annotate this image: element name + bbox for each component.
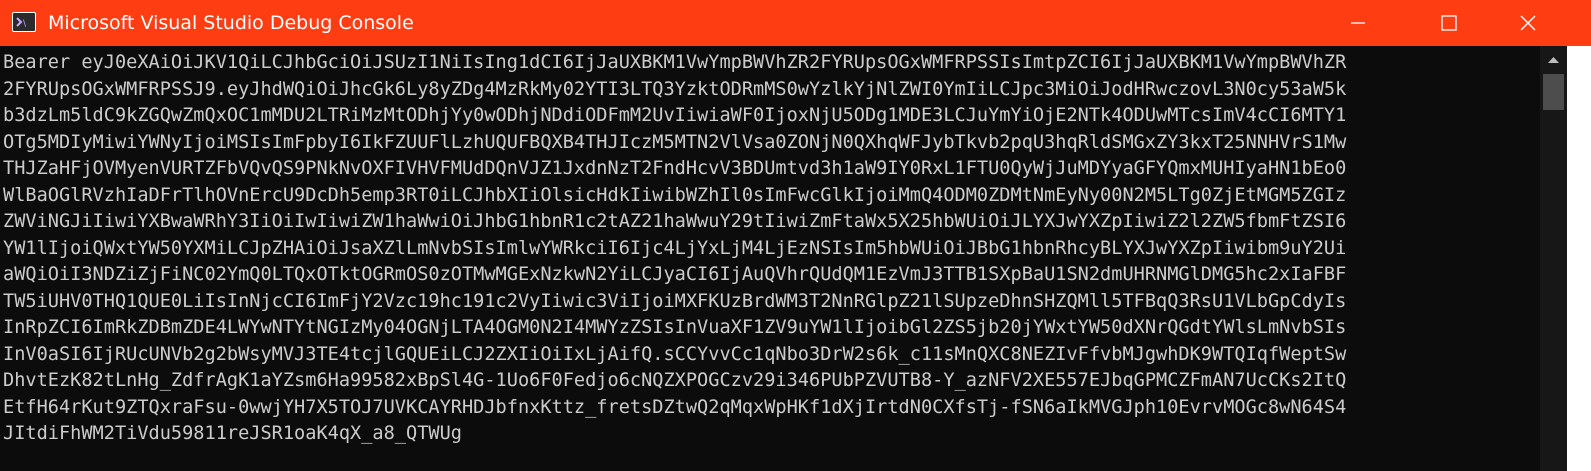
window-edge xyxy=(1567,46,1591,471)
console-line: WlBaOGlRVzhIaDFrTlhOVnErcU9DcDh5emp3RT0i… xyxy=(3,184,1347,206)
maximize-button[interactable] xyxy=(1426,0,1472,46)
console-app-icon: \ xyxy=(12,12,36,32)
console-line: 2FYRUpsOGxWMFRPSSJ9.eyJhdWQiOiJhcGk6Ly8y… xyxy=(3,78,1347,100)
minimize-button[interactable] xyxy=(1335,0,1381,46)
svg-text:\: \ xyxy=(23,19,27,29)
close-button[interactable] xyxy=(1505,0,1551,46)
vertical-scrollbar[interactable] xyxy=(1540,46,1567,471)
maximize-icon xyxy=(1441,15,1457,31)
minimize-icon xyxy=(1351,22,1365,24)
console-line: b3dzLm5ldC9kZGQwZmQxOC1mMDU2LTRiMzMtODhj… xyxy=(3,105,1347,126)
window-title: Microsoft Visual Studio Debug Console xyxy=(48,12,414,34)
debug-console-window: \ Microsoft Visual Studio Debug Console … xyxy=(0,0,1591,471)
console-line: EtfH64rKut9ZTQxraFsu-0wwjYH7X5TOJ7UVKCAY… xyxy=(3,396,1347,418)
console-line: OTg5MDIyMiwiYWNyIjoiMSIsImFpbyI6IkFZUUFl… xyxy=(3,131,1347,153)
console-line: InRpZCI6ImRkZDBmZDE4LWYwNTYtNGIzMy04OGNj… xyxy=(3,317,1347,338)
scroll-up-arrow-icon xyxy=(1548,57,1559,63)
close-icon xyxy=(1520,15,1536,31)
console-line: ZWViNGJiIiwiYXBwaWRhY3IiOiIwIiwiZW1haWwi… xyxy=(3,211,1347,232)
console-line: InV0aSI6IjRUcUNVb2g2bWsyMVJ3TE4tcjlGQUEi… xyxy=(3,343,1347,365)
console-line: DhvtEzK82tLnHg_ZdfrAgK1aYZsm6Ha99582xBpS… xyxy=(3,370,1347,391)
scrollbar-thumb[interactable] xyxy=(1543,74,1564,110)
console-line: JItdiFhWM2TiVdu59811reJSR1oaK4qX_a8_QTWU… xyxy=(3,423,462,444)
console-line: Bearer eyJ0eXAiOiJKV1QiLCJhbGciOiJSUzI1N… xyxy=(3,52,1347,73)
console-line: THJZaHFjOVMyenVURTZFbVQvQS9PNkNvOXFIVHVF… xyxy=(3,158,1347,179)
console-line: YW1lIjoiQWxtYW50YXMiLCJpZHAiOiJsaXZlLmNv… xyxy=(3,237,1347,259)
console-output-area[interactable]: Bearer eyJ0eXAiOiJKV1QiLCJhbGciOiJSUzI1N… xyxy=(0,46,1540,471)
scroll-up-button[interactable] xyxy=(1540,46,1567,74)
console-output: Bearer eyJ0eXAiOiJKV1QiLCJhbGciOiJSUzI1N… xyxy=(0,46,1540,448)
console-line: TW5iUHV0THQ1QUE0LiIsInNjcCI6ImFjY2Vzc19h… xyxy=(3,290,1347,312)
console-line: aWQiOiI3NDZiZjFiNC02YmQ0LTQxOTktOGRmOS0z… xyxy=(3,264,1347,285)
title-bar[interactable]: \ Microsoft Visual Studio Debug Console xyxy=(0,0,1591,46)
